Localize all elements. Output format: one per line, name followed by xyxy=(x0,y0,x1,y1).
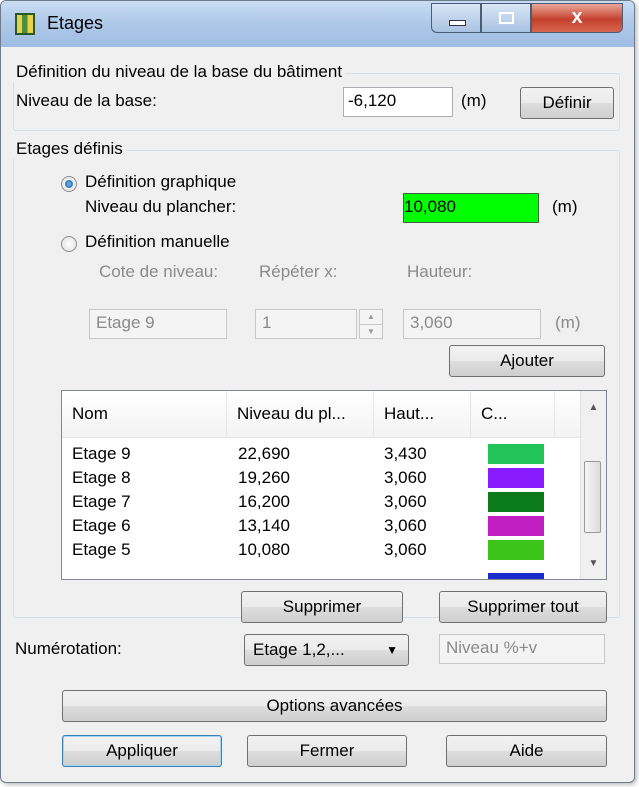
title-bar[interactable]: Etages x xyxy=(1,1,634,47)
table-row[interactable]: Etage 9 22,690 3,430 xyxy=(62,442,562,466)
scroll-up-icon[interactable]: ▲ xyxy=(581,397,606,419)
floors-table[interactable]: Nom Niveau du pl... Haut... C... Etage 9… xyxy=(61,390,607,580)
row-color-swatch xyxy=(488,516,544,536)
base-level-label: Niveau de la base: xyxy=(16,91,157,110)
apply-button[interactable]: Appliquer xyxy=(62,735,222,767)
column-header-height[interactable]: Haut... xyxy=(374,391,471,437)
advanced-options-button[interactable]: Options avancées xyxy=(62,690,607,722)
numbering-select-value: Etage 1,2,... xyxy=(253,640,345,659)
table-row[interactable] xyxy=(62,563,562,579)
delete-button[interactable]: Supprimer xyxy=(241,591,403,623)
base-level-unit: (m) xyxy=(461,91,487,110)
row-name: Etage 5 xyxy=(72,540,131,559)
minimize-icon xyxy=(449,20,466,26)
manual-definition-label[interactable]: Définition manuelle xyxy=(85,232,230,252)
table-scrollbar[interactable]: ▲ ▼ xyxy=(580,391,606,579)
row-height: 3,060 xyxy=(384,540,427,559)
repeat-input[interactable]: 1 xyxy=(255,309,357,339)
help-button[interactable]: Aide xyxy=(446,735,607,767)
row-height: 3,060 xyxy=(384,492,427,511)
maximize-icon xyxy=(499,12,514,24)
row-color-swatch xyxy=(488,444,544,464)
add-button[interactable]: Ajouter xyxy=(449,345,605,377)
stepper-down-icon[interactable]: ▼ xyxy=(360,325,382,339)
repeat-stepper[interactable]: ▲ ▼ xyxy=(359,309,383,339)
row-height: 3,060 xyxy=(384,468,427,487)
chevron-down-icon: ▼ xyxy=(386,643,398,657)
row-name: Etage 8 xyxy=(72,468,131,487)
table-header: Nom Niveau du pl... Haut... C... xyxy=(62,391,606,438)
floor-level-unit: (m) xyxy=(552,197,578,216)
window-title: Etages xyxy=(47,13,104,33)
numbering-label: Numérotation: xyxy=(15,639,122,658)
scroll-down-icon[interactable]: ▼ xyxy=(581,553,606,575)
delete-all-button[interactable]: Supprimer tout xyxy=(439,591,607,623)
base-level-input[interactable]: -6,120 xyxy=(343,87,453,117)
height-input[interactable]: 3,060 xyxy=(403,309,541,339)
row-color-swatch xyxy=(488,492,544,512)
graphic-definition-label[interactable]: Définition graphique xyxy=(85,172,236,192)
row-level: 13,140 xyxy=(238,516,290,535)
dialog-body: Définition du niveau de la base du bâtim… xyxy=(9,47,626,774)
row-color-swatch xyxy=(488,468,544,488)
row-level: 19,260 xyxy=(238,468,290,487)
level-column-label: Cote de niveau: xyxy=(99,262,219,281)
scroll-thumb[interactable] xyxy=(584,461,601,533)
numbering-select[interactable]: Etage 1,2,... ▼ xyxy=(244,634,409,666)
row-name: Etage 6 xyxy=(72,516,131,535)
stepper-up-icon[interactable]: ▲ xyxy=(360,310,382,325)
row-level: 16,200 xyxy=(238,492,290,511)
numbering-pattern-input[interactable]: Niveau %+v xyxy=(439,634,605,664)
app-icon xyxy=(15,13,35,35)
row-height: 3,060 xyxy=(384,516,427,535)
table-row[interactable]: Etage 6 13,140 3,060 xyxy=(62,514,562,538)
manual-definition-radio[interactable] xyxy=(61,236,77,252)
row-name: Etage 7 xyxy=(72,492,131,511)
define-button[interactable]: Définir xyxy=(520,87,614,119)
graphic-definition-radio[interactable] xyxy=(61,176,77,192)
column-header-level[interactable]: Niveau du pl... xyxy=(227,391,374,437)
floor-name-input[interactable]: Etage 9 xyxy=(89,309,227,339)
floor-level-input[interactable]: 10,080 xyxy=(403,193,539,223)
etages-dialog: Etages x Définition du niveau de la base… xyxy=(0,0,635,783)
floors-group-label: Etages définis xyxy=(13,139,126,159)
table-row[interactable]: Etage 7 16,200 3,060 xyxy=(62,490,562,514)
row-name: Etage 9 xyxy=(72,444,131,463)
column-header-name[interactable]: Nom xyxy=(62,391,227,437)
row-color-swatch xyxy=(488,540,544,560)
height-column-label: Hauteur: xyxy=(407,262,473,281)
repeat-column-label: Répéter x: xyxy=(259,262,338,281)
table-row[interactable]: Etage 5 10,080 3,060 xyxy=(62,538,562,562)
row-height: 3,430 xyxy=(384,444,427,463)
row-color-swatch xyxy=(488,573,544,579)
close-button[interactable]: Fermer xyxy=(247,735,407,767)
minimize-button[interactable] xyxy=(431,3,481,33)
close-icon: x xyxy=(571,6,583,28)
maximize-button[interactable] xyxy=(481,3,531,33)
floor-level-label: Niveau du plancher: xyxy=(85,197,237,216)
base-level-group-label: Définition du niveau de la base du bâtim… xyxy=(13,62,346,82)
row-level: 10,080 xyxy=(238,540,290,559)
height-unit: (m) xyxy=(555,313,581,332)
column-header-color[interactable]: C... xyxy=(471,391,555,437)
close-window-button[interactable]: x xyxy=(531,3,623,33)
table-row[interactable]: Etage 8 19,260 3,060 xyxy=(62,466,562,490)
row-level: 22,690 xyxy=(238,444,290,463)
